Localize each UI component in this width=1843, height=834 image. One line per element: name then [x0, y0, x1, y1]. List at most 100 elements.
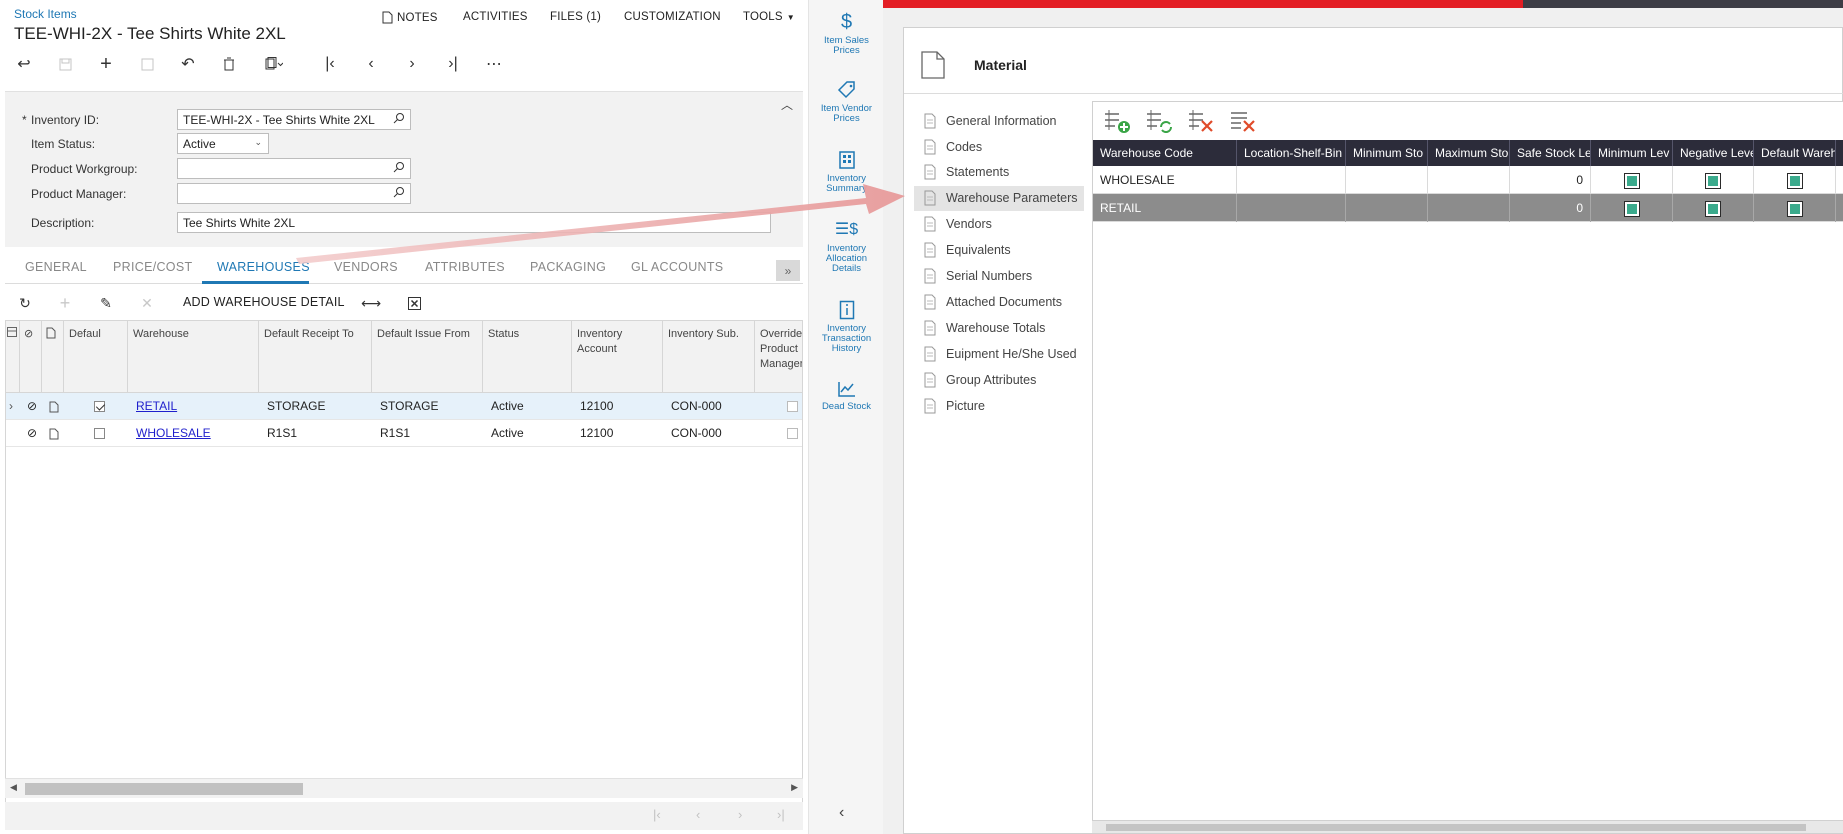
- warehouse-link[interactable]: RETAIL: [128, 393, 177, 420]
- add-icon[interactable]: +: [92, 52, 120, 76]
- checkbox-checked[interactable]: [1623, 172, 1640, 189]
- refresh-icon[interactable]: ↻: [13, 292, 37, 314]
- tabs-overflow-icon[interactable]: »: [776, 260, 800, 281]
- refresh-rows-icon[interactable]: [1145, 108, 1175, 136]
- nav-equipment-used[interactable]: Euipment He/She Used: [914, 342, 1084, 367]
- more-icon[interactable]: ⋯: [480, 52, 508, 76]
- activities-button[interactable]: ACTIVITIES: [463, 11, 528, 23]
- min-stock-header[interactable]: Minimum Sto: [1346, 140, 1428, 166]
- nav-picture[interactable]: Picture: [914, 394, 1084, 419]
- tab-warehouses[interactable]: WAREHOUSES: [217, 260, 310, 274]
- inventory-account-header[interactable]: Inventory Account: [572, 321, 663, 393]
- negative-level-checkbox[interactable]: [1673, 194, 1754, 222]
- nav-codes[interactable]: Codes: [914, 135, 1084, 160]
- next-page-icon[interactable]: ›: [738, 807, 742, 822]
- negative-level-checkbox[interactable]: [1673, 166, 1754, 194]
- min-level-header[interactable]: Minimum Lev: [1591, 140, 1673, 166]
- default-header[interactable]: Defaul: [64, 321, 128, 393]
- edit-icon[interactable]: ✎: [94, 292, 118, 314]
- horizontal-scrollbar[interactable]: ◀ ▶: [5, 778, 803, 798]
- tab-packaging[interactable]: PACKAGING: [530, 260, 606, 274]
- receipt-to-header[interactable]: Default Receipt To: [259, 321, 372, 393]
- override-checkbox[interactable]: [779, 420, 798, 447]
- item-vendor-prices-link[interactable]: Item Vendor Prices: [809, 80, 884, 124]
- search-icon[interactable]: [393, 112, 405, 124]
- scroll-left-icon[interactable]: ◀: [10, 782, 17, 793]
- warehouse-code-header[interactable]: Warehouse Code: [1093, 140, 1237, 166]
- nav-group-attributes[interactable]: Group Attributes: [914, 368, 1084, 393]
- delete-row-icon[interactable]: ✕: [135, 292, 159, 314]
- add-warehouse-detail-button[interactable]: ADD WAREHOUSE DETAIL: [183, 295, 345, 309]
- files-button[interactable]: FILES (1): [550, 11, 601, 23]
- checkbox-unchecked[interactable]: [787, 428, 798, 440]
- nav-statements[interactable]: Statements: [914, 160, 1084, 185]
- min-level-checkbox[interactable]: [1591, 166, 1673, 194]
- min-stock-cell[interactable]: [1346, 194, 1428, 222]
- checkbox-checked[interactable]: [94, 401, 105, 413]
- negative-level-header[interactable]: Negative Leve: [1673, 140, 1754, 166]
- safe-stock-cell[interactable]: 0: [1510, 166, 1591, 194]
- nav-general-information[interactable]: General Information: [914, 109, 1084, 134]
- scrollbar-thumb[interactable]: [25, 783, 303, 795]
- warehouse-link-text[interactable]: WHOLESALE: [136, 426, 211, 440]
- extra-header[interactable]: R: [1836, 140, 1843, 166]
- warehouse-link-text[interactable]: RETAIL: [136, 399, 177, 413]
- inventory-sub-header[interactable]: Inventory Sub.: [663, 321, 755, 393]
- undo-icon[interactable]: ↶: [174, 52, 202, 76]
- status-header[interactable]: Status: [483, 321, 572, 393]
- customization-button[interactable]: CUSTOMIZATION: [624, 11, 721, 23]
- prev-record-icon[interactable]: ‹: [357, 52, 385, 76]
- nav-warehouse-parameters[interactable]: Warehouse Parameters: [914, 186, 1084, 211]
- checkbox-checked[interactable]: [1705, 172, 1721, 189]
- search-icon[interactable]: [393, 161, 405, 173]
- default-wh-checkbox[interactable]: [1754, 166, 1836, 194]
- chevron-left-icon[interactable]: ‹: [839, 804, 844, 822]
- tab-price-cost[interactable]: PRICE/COST: [113, 260, 192, 274]
- override-checkbox[interactable]: [779, 393, 798, 420]
- delete-icon[interactable]: [215, 52, 243, 76]
- location-cell[interactable]: [1237, 166, 1346, 194]
- scroll-right-icon[interactable]: ▶: [791, 782, 798, 793]
- tab-attributes[interactable]: ATTRIBUTES: [425, 260, 505, 274]
- table-row[interactable]: ⊘ WHOLESALE R1S1 R1S1 Active 12100 CON-0…: [6, 420, 802, 447]
- note-icon[interactable]: [42, 420, 59, 447]
- nav-attached-documents[interactable]: Attached Documents: [914, 290, 1084, 315]
- checkbox-checked[interactable]: [1786, 172, 1803, 189]
- copy-paste-icon[interactable]: [260, 52, 288, 76]
- scrollbar-thumb[interactable]: [1106, 824, 1806, 831]
- search-icon[interactable]: [393, 186, 405, 198]
- checkbox-checked[interactable]: [1786, 200, 1803, 217]
- warehouse-header[interactable]: Warehouse: [128, 321, 259, 393]
- table-row[interactable]: WHOLESALE 0: [1093, 166, 1843, 194]
- delete-row-icon[interactable]: [1187, 108, 1217, 136]
- tab-gl-accounts[interactable]: GL ACCOUNTS: [631, 260, 723, 274]
- product-manager-field[interactable]: [177, 183, 411, 204]
- clear-list-icon[interactable]: [1229, 108, 1259, 136]
- table-row[interactable]: RETAIL 0: [1093, 194, 1843, 222]
- inventory-id-field[interactable]: TEE-WHI-2X - Tee Shirts White 2XL: [177, 109, 411, 130]
- issue-from-header[interactable]: Default Issue From: [372, 321, 483, 393]
- inventory-summary-link[interactable]: Inventory Summary: [809, 150, 884, 194]
- nav-equivalents[interactable]: Equivalents: [914, 238, 1084, 263]
- add-row-icon[interactable]: +: [53, 292, 77, 314]
- product-workgroup-field[interactable]: [177, 158, 411, 179]
- location-header[interactable]: Location-Shelf-Bin: [1237, 140, 1346, 166]
- add-row-icon[interactable]: [1103, 108, 1133, 136]
- export-excel-icon[interactable]: [402, 292, 426, 314]
- table-row[interactable]: › ⊘ RETAIL STORAGE STORAGE Active 12100 …: [6, 393, 802, 420]
- override-manager-header[interactable]: Override Product Manager: [755, 321, 802, 393]
- checkbox-unchecked[interactable]: [94, 428, 105, 440]
- save-copy-icon[interactable]: [133, 52, 161, 76]
- safe-stock-cell[interactable]: 0: [1510, 194, 1591, 222]
- last-page-icon[interactable]: ›|: [777, 807, 785, 822]
- default-wh-header[interactable]: Default Wareh: [1754, 140, 1836, 166]
- checkbox-checked[interactable]: [1623, 200, 1640, 217]
- fit-columns-icon[interactable]: ⟷: [359, 292, 383, 314]
- tab-general[interactable]: GENERAL: [25, 260, 87, 274]
- inventory-transaction-link[interactable]: Inventory Transaction History: [809, 300, 884, 354]
- max-stock-header[interactable]: Maximum Sto: [1428, 140, 1510, 166]
- nav-serial-numbers[interactable]: Serial Numbers: [914, 264, 1084, 289]
- default-checkbox[interactable]: [86, 393, 105, 420]
- note-icon[interactable]: [42, 393, 59, 420]
- tools-button[interactable]: TOOLS ▼: [743, 11, 795, 23]
